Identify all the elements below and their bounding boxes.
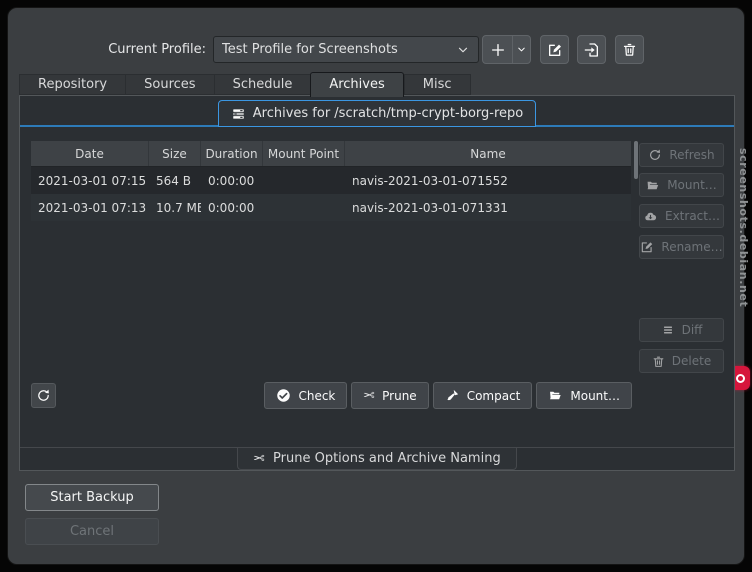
refresh-archive-label: Refresh <box>669 148 714 162</box>
mount-archive-button[interactable]: Mount… <box>639 173 724 197</box>
export-profile-button[interactable] <box>577 35 606 64</box>
check-button[interactable]: Check <box>264 382 347 409</box>
refresh-icon <box>36 388 51 403</box>
main-tab-bar: Repository Sources Schedule Archives Mis… <box>19 72 471 95</box>
camera-lens-ring <box>736 374 745 383</box>
rename-profile-button[interactable] <box>540 35 569 64</box>
app-window: Current Profile: Test Profile for Screen… <box>7 7 745 565</box>
profile-bar: Current Profile: Test Profile for Screen… <box>8 36 744 66</box>
delete-archive-label: Delete <box>672 354 711 368</box>
cancel-button[interactable]: Cancel <box>25 518 159 545</box>
tab-schedule-label: Schedule <box>233 77 293 92</box>
plus-icon <box>490 42 506 58</box>
prune-section-tab-label: Prune Options and Archive Naming <box>273 451 501 466</box>
cell-size: 564 B <box>149 174 201 188</box>
extract-archive-label: Extract… <box>665 209 720 223</box>
add-profile-split-button[interactable] <box>482 35 531 64</box>
compact-button-label: Compact <box>467 389 521 403</box>
cell-date: 2021-03-01 07:15 <box>31 174 149 188</box>
prune-button-label: Prune <box>382 389 417 403</box>
archive-row-1[interactable]: 2021-03-01 07:15 564 B 0:00:00 navis-202… <box>31 167 631 194</box>
column-header-duration[interactable]: Duration <box>201 141 263 166</box>
export-icon <box>584 42 600 58</box>
diff-archive-button[interactable]: Diff <box>639 318 724 342</box>
cell-size: 10.7 MB <box>149 201 201 215</box>
prune-section-tab-bar: ✂ Prune Options and Archive Naming <box>20 447 734 470</box>
cell-name: navis-2021-03-01-071331 <box>345 201 631 215</box>
tab-archives-label: Archives <box>329 77 384 92</box>
diff-archive-label: Diff <box>682 323 703 337</box>
tab-archives[interactable]: Archives <box>310 72 403 97</box>
archives-pane: Archives for /scratch/tmp-crypt-borg-rep… <box>19 95 735 471</box>
delete-profile-button[interactable] <box>615 35 644 64</box>
column-header-mount-point[interactable]: Mount Point <box>263 141 345 166</box>
watermark: screenshots.debian.net <box>737 148 750 364</box>
scissors-icon: ✂ <box>253 451 265 467</box>
delete-archive-button[interactable]: Delete <box>639 349 724 373</box>
trash-icon <box>622 42 637 57</box>
scissors-icon: ✂ <box>363 388 375 404</box>
archive-table-header: Date Size Duration Mount Point Name <box>31 141 631 167</box>
cell-duration: 0:00:00 <box>201 201 263 215</box>
add-profile-button[interactable] <box>483 36 513 63</box>
column-header-size[interactable]: Size <box>149 141 201 166</box>
cell-duration: 0:00:00 <box>201 174 263 188</box>
folder-open-icon <box>646 179 660 192</box>
chevron-down-icon <box>516 44 527 55</box>
cloud-download-icon <box>643 210 658 223</box>
edit-icon <box>640 240 654 254</box>
current-profile-label: Current Profile: <box>8 42 206 57</box>
add-profile-menu-button[interactable] <box>513 36 530 63</box>
folder-open-icon <box>548 389 563 402</box>
rename-archive-button[interactable]: Rename… <box>639 235 724 259</box>
start-backup-label: Start Backup <box>50 490 134 505</box>
archive-section-tab[interactable]: Archives for /scratch/tmp-crypt-borg-rep… <box>218 100 537 127</box>
refresh-icon <box>648 148 662 162</box>
tab-repository-label: Repository <box>38 77 107 92</box>
tab-sources-label: Sources <box>144 77 195 92</box>
chevron-down-icon <box>456 43 470 57</box>
tab-repository[interactable]: Repository <box>19 74 125 95</box>
tab-misc[interactable]: Misc <box>404 74 471 95</box>
prune-section-tab[interactable]: ✂ Prune Options and Archive Naming <box>237 448 516 470</box>
archive-stack-icon <box>231 107 246 121</box>
edit-icon <box>547 42 563 58</box>
tab-schedule[interactable]: Schedule <box>214 74 311 95</box>
mount-repo-button-label: Mount… <box>570 389 620 403</box>
tab-sources[interactable]: Sources <box>125 74 213 95</box>
mount-repo-button[interactable]: Mount… <box>536 382 632 409</box>
archive-section-tab-label: Archives for /scratch/tmp-crypt-borg-rep… <box>253 106 524 121</box>
brush-icon <box>445 388 460 403</box>
rename-archive-label: Rename… <box>661 240 722 254</box>
diff-lines-icon <box>661 324 675 336</box>
tab-misc-label: Misc <box>423 77 452 92</box>
refresh-archive-button[interactable]: Refresh <box>639 143 724 167</box>
repo-action-row: Check ✂ Prune Compact Mount… <box>360 382 632 409</box>
check-button-label: Check <box>298 389 335 403</box>
archive-section-tab-bar: Archives for /scratch/tmp-crypt-borg-rep… <box>20 96 734 127</box>
watermark-text: screenshots.debian.net <box>737 148 750 307</box>
prune-button[interactable]: ✂ Prune <box>351 382 428 409</box>
column-header-name[interactable]: Name <box>345 141 631 166</box>
screenshot-root: { "colors": { "accent": "#3b97e3", "acce… <box>0 0 752 572</box>
refresh-list-button[interactable] <box>31 383 56 408</box>
table-scrollbar-handle[interactable] <box>634 141 638 179</box>
cancel-label: Cancel <box>70 524 114 539</box>
trash-icon <box>652 355 665 368</box>
compact-button[interactable]: Compact <box>433 382 533 409</box>
extract-archive-button[interactable]: Extract… <box>639 204 724 228</box>
cell-date: 2021-03-01 07:13 <box>31 201 149 215</box>
start-backup-button[interactable]: Start Backup <box>25 484 159 511</box>
profile-select-value: Test Profile for Screenshots <box>222 42 456 57</box>
check-circle-icon <box>276 388 291 403</box>
mount-archive-label: Mount… <box>667 178 717 192</box>
profile-select[interactable]: Test Profile for Screenshots <box>213 36 479 63</box>
archive-table: Date Size Duration Mount Point Name 2021… <box>31 141 631 374</box>
archive-row-2[interactable]: 2021-03-01 07:13 10.7 MB 0:00:00 navis-2… <box>31 194 631 221</box>
cell-name: navis-2021-03-01-071552 <box>345 174 631 188</box>
column-header-date[interactable]: Date <box>31 141 149 166</box>
